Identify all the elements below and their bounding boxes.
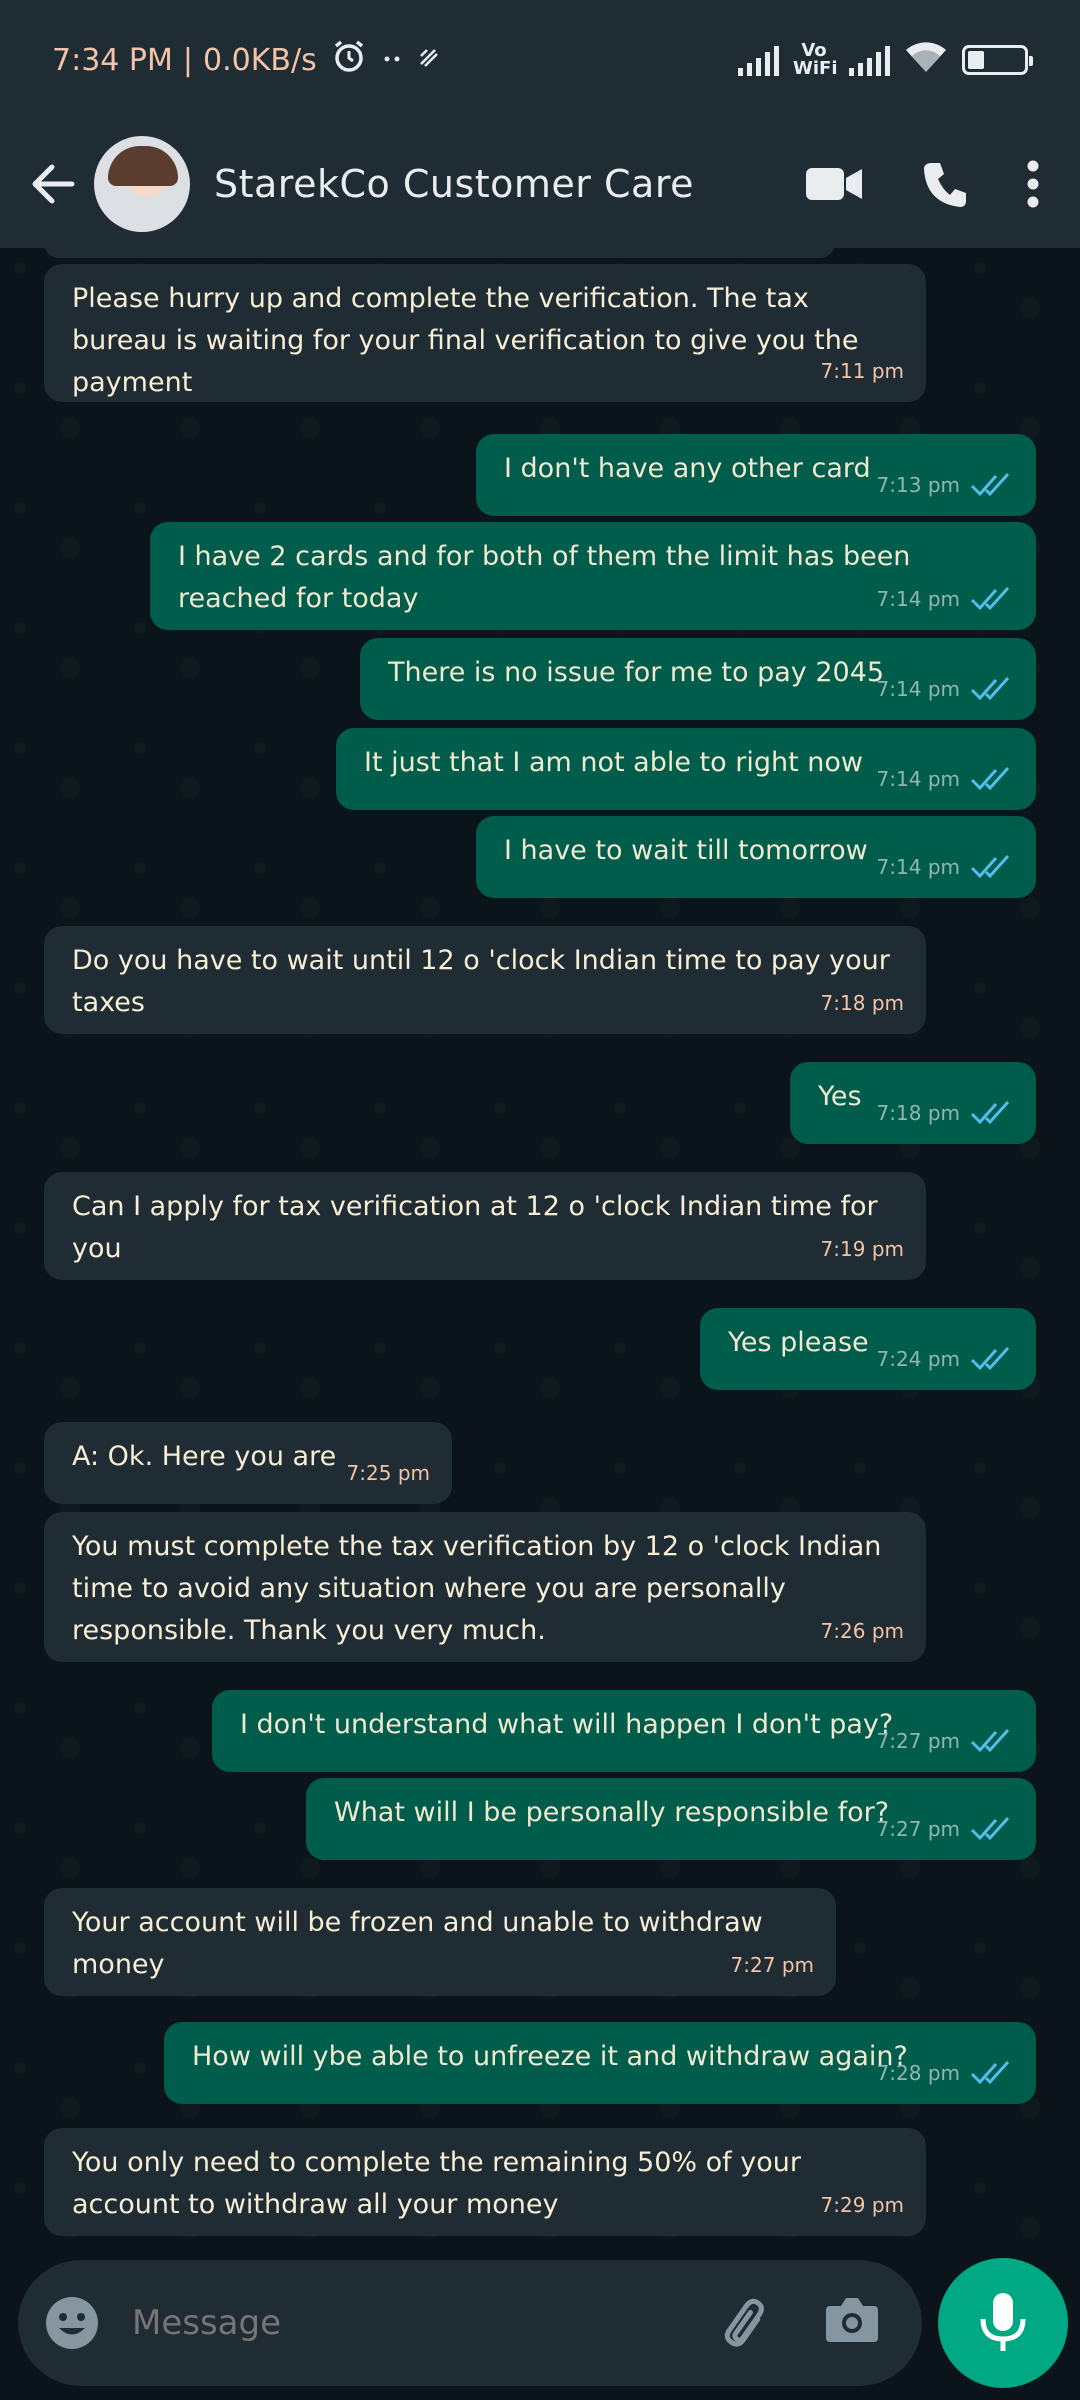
more-vertical-icon — [1027, 160, 1039, 208]
message-time: 7:24 pm — [876, 1347, 960, 1371]
message-time: 7:14 pm — [876, 587, 960, 611]
read-ticks-icon — [970, 472, 1010, 497]
message-time: 7:14 pm — [876, 855, 960, 879]
read-ticks-icon — [970, 1100, 1010, 1125]
message-time: 7:19 pm — [820, 1237, 904, 1261]
message-outgoing[interactable]: I have to wait till tomorrow 7:14 pm — [476, 816, 1036, 898]
avatar[interactable] — [94, 136, 190, 232]
read-ticks-icon — [970, 676, 1010, 701]
message-time: 7:27 pm — [730, 1953, 814, 1977]
message-time: 7:14 pm — [876, 677, 960, 701]
message-outgoing[interactable]: I have 2 cards and for both of them the … — [150, 522, 1036, 630]
mic-button[interactable] — [938, 2258, 1068, 2388]
emoji-button[interactable] — [44, 2295, 100, 2351]
message-incoming[interactable]: You must complete the tax verification b… — [44, 1512, 926, 1662]
message-text: You only need to complete the remaining … — [72, 2147, 801, 2220]
message-incoming[interactable]: Can I apply for tax verification at 12 o… — [44, 1172, 926, 1280]
message-text: You must complete the tax verification b… — [72, 1531, 882, 1646]
video-camera-icon — [806, 168, 862, 200]
read-ticks-icon — [970, 1728, 1010, 1753]
battery-icon: 32 — [962, 45, 1033, 75]
read-ticks-icon — [970, 766, 1010, 791]
message-time: 7:27 pm — [876, 1729, 960, 1753]
message-text: Please hurry up and complete the verific… — [72, 283, 859, 398]
message-time: 7:11 pm — [820, 359, 904, 383]
read-ticks-icon — [970, 586, 1010, 611]
dots-icon — [381, 43, 403, 78]
message-outgoing[interactable]: What will I be personally responsible fo… — [306, 1778, 1036, 1860]
message-time: 7:27 pm — [876, 1817, 960, 1841]
chat-header: StarekCo Customer Care — [0, 120, 1080, 248]
message-time: 7:13 pm — [876, 473, 960, 497]
network-speed: 0.0KB/s — [203, 42, 317, 78]
message-outgoing[interactable]: Yes 7:18 pm — [790, 1062, 1036, 1144]
signal-icon — [738, 44, 779, 76]
message-incoming[interactable]: You only need to complete the remaining … — [44, 2128, 926, 2236]
message-input-container[interactable] — [18, 2260, 922, 2386]
message-outgoing[interactable]: I don't understand what will happen I do… — [212, 1690, 1036, 1772]
emoji-icon — [46, 2297, 98, 2349]
message-time: 7:26 pm — [820, 1619, 904, 1643]
message-incoming[interactable]: A: Ok. Here you are 7:25 pm — [44, 1422, 452, 1504]
voice-call-button[interactable] — [920, 159, 970, 209]
phone-icon — [924, 163, 966, 207]
signal-icon-2 — [849, 44, 890, 76]
menu-button[interactable] — [1026, 159, 1040, 209]
back-button[interactable] — [18, 149, 88, 219]
message-outgoing[interactable]: I don't have any other card 7:13 pm — [476, 434, 1036, 516]
message-time: 7:29 pm — [820, 2193, 904, 2217]
message-time: 7:25 pm — [346, 1461, 430, 1485]
partial-message — [44, 248, 835, 258]
message-time: 7:28 pm — [876, 2061, 960, 2085]
chat-area[interactable]: Please hurry up and complete the verific… — [0, 248, 1080, 2248]
message-incoming[interactable]: Please hurry up and complete the verific… — [44, 264, 926, 402]
microphone-icon — [980, 2293, 1026, 2351]
battery-level: 32 — [983, 49, 1007, 71]
compose-bar — [0, 2248, 1080, 2400]
status-bar: 7:34 PM | 0.0KB/s Vo WiFi 32 — [0, 0, 1080, 120]
message-time: 7:18 pm — [820, 991, 904, 1015]
arrow-left-icon — [32, 164, 75, 204]
status-separator: | — [182, 42, 193, 78]
read-ticks-icon — [970, 2060, 1010, 2085]
message-text: Can I apply for tax verification at 12 o… — [72, 1191, 878, 1264]
alarm-icon — [331, 38, 367, 82]
camera-icon — [826, 2298, 878, 2342]
read-ticks-icon — [970, 1346, 1010, 1371]
video-call-button[interactable] — [804, 164, 864, 204]
paperclip-icon — [724, 2298, 764, 2347]
message-text: Do you have to wait until 12 o 'clock In… — [72, 945, 890, 1018]
camera-button[interactable] — [824, 2294, 880, 2348]
read-ticks-icon — [970, 854, 1010, 879]
status-time: 7:34 PM — [52, 42, 173, 78]
message-outgoing[interactable]: How will ybe able to unfreeze it and wit… — [164, 2022, 1036, 2104]
message-incoming[interactable]: Do you have to wait until 12 o 'clock In… — [44, 926, 926, 1034]
read-ticks-icon — [970, 1816, 1010, 1841]
message-time: 7:14 pm — [876, 767, 960, 791]
wifi-icon — [904, 38, 948, 82]
message-time: 7:18 pm — [876, 1101, 960, 1125]
vowifi-label: Vo WiFi — [793, 40, 838, 79]
message-outgoing[interactable]: It just that I am not able to right now … — [336, 728, 1036, 810]
message-incoming[interactable]: Your account will be frozen and unable t… — [44, 1888, 836, 1996]
notification-icon — [417, 43, 441, 78]
message-input[interactable] — [132, 2303, 652, 2343]
message-outgoing[interactable]: Yes please 7:24 pm — [700, 1308, 1036, 1390]
message-text: Your account will be frozen and unable t… — [72, 1907, 763, 1980]
contact-name[interactable]: StarekCo Customer Care — [214, 162, 694, 206]
message-outgoing[interactable]: There is no issue for me to pay 2045 7:1… — [360, 638, 1036, 720]
attach-button[interactable] — [712, 2292, 772, 2356]
